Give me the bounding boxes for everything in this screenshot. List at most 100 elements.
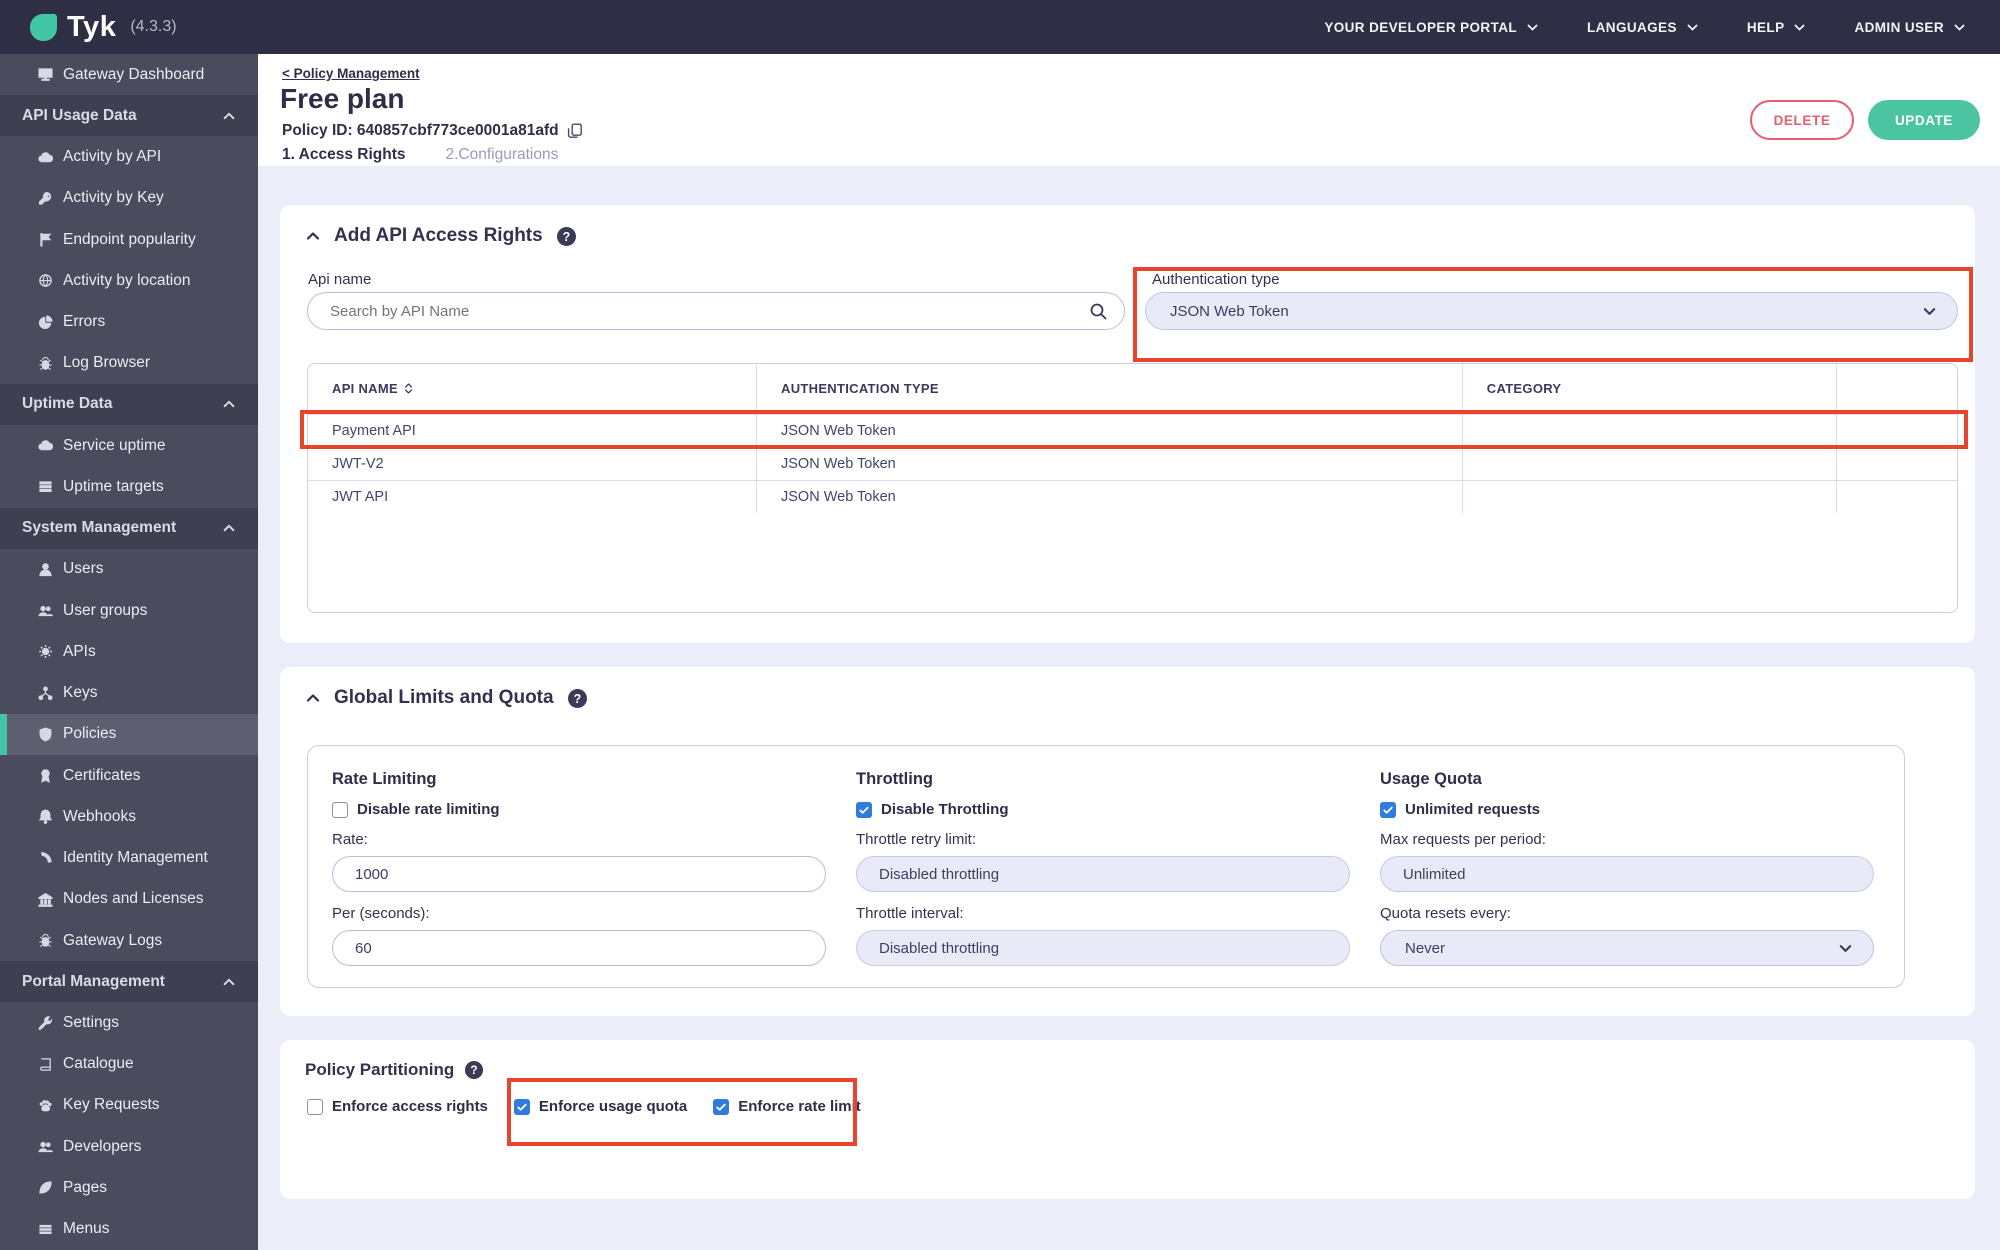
cell-actions (1836, 413, 1957, 447)
sidebar-section-system-management[interactable]: System Management (0, 507, 258, 549)
update-button[interactable]: UPDATE (1868, 100, 1980, 140)
sidebar-item-keys[interactable]: Keys (0, 673, 258, 714)
sidebar-item-pages[interactable]: Pages (0, 1167, 258, 1208)
access-rights-card-header: Add API Access Rights (305, 225, 577, 247)
collapse-chevron-icon[interactable] (305, 690, 321, 706)
sidebar-item-menus[interactable]: Menus (0, 1209, 258, 1250)
topbar-menu-admin-user[interactable]: ADMIN USER (1854, 20, 1966, 35)
checkbox-box[interactable] (713, 1098, 730, 1115)
sidebar-item-gateway-dashboard[interactable]: Gateway Dashboard (0, 54, 258, 95)
enforce-access-rights-checkbox[interactable]: Enforce access rights (307, 1098, 488, 1115)
checkbox-box[interactable] (332, 801, 348, 818)
tyk-dashboard-page: Tyk (4.3.3) YOUR DEVELOPER PORTAL LANGUA… (0, 0, 2000, 1250)
chevron-up-icon (222, 397, 236, 411)
chevron-down-icon (1953, 21, 1966, 34)
sidebar-item-endpoint-popularity[interactable]: Endpoint popularity (0, 219, 258, 260)
api-name-label: Api name (308, 271, 372, 288)
sidebar-item-label: Developers (63, 1137, 142, 1155)
bell-icon (38, 809, 53, 824)
sidebar-item-errors[interactable]: Errors (0, 301, 258, 342)
sidebar-item-users[interactable]: Users (0, 549, 258, 590)
book-icon (38, 1057, 53, 1072)
chevron-down-icon (1838, 941, 1853, 956)
sidebar-item-settings[interactable]: Settings (0, 1002, 258, 1043)
throttle-interval-input (856, 930, 1350, 966)
sidebar-item-label: Activity by API (63, 148, 162, 166)
checkbox-box[interactable] (513, 1098, 530, 1115)
sidebar-item-apis[interactable]: APIs (0, 631, 258, 672)
checkbox-box[interactable] (307, 1098, 323, 1115)
global-limits-card: Global Limits and Quota Rate Limiting Di… (280, 667, 1975, 1016)
hook-icon (38, 851, 53, 866)
topbar: Tyk (4.3.3) YOUR DEVELOPER PORTAL LANGUA… (0, 0, 2000, 54)
checkbox-label: Enforce access rights (332, 1098, 488, 1115)
sidebar-item-activity-by-location[interactable]: Activity by location (0, 260, 258, 301)
per-seconds-input[interactable] (332, 930, 826, 966)
sidebar-item-catalogue[interactable]: Catalogue (0, 1044, 258, 1085)
sidebar-item-user-groups[interactable]: User groups (0, 590, 258, 631)
sidebar-item-webhooks[interactable]: Webhooks (0, 796, 258, 837)
sort-icon[interactable] (402, 382, 415, 395)
checkbox-box[interactable] (1380, 801, 1396, 818)
sidebar-item-label: Log Browser (63, 354, 151, 372)
sidebar-item-key-requests[interactable]: Key Requests (0, 1085, 258, 1126)
sidebar-section-label: API Usage Data (22, 106, 137, 124)
sidebar-item-policies[interactable]: Policies (0, 713, 258, 756)
breadcrumb[interactable]: < Policy Management (282, 66, 420, 81)
help-icon[interactable] (556, 226, 577, 247)
sidebar-item-nodes-and-licenses[interactable]: Nodes and Licenses (0, 879, 258, 920)
chevron-down-icon (1793, 21, 1806, 34)
help-icon[interactable] (567, 688, 588, 709)
disable-throttling-checkbox[interactable]: Disable Throttling (856, 801, 1350, 818)
rate-limiting-title: Rate Limiting (332, 770, 437, 788)
topbar-menu-your-developer-portal[interactable]: YOUR DEVELOPER PORTAL (1324, 20, 1539, 35)
help-icon[interactable] (464, 1060, 484, 1080)
rate-input[interactable] (332, 856, 826, 892)
checkbox-label: Unlimited requests (1405, 801, 1541, 818)
auth-type-value: JSON Web Token (1170, 302, 1289, 320)
sidebar-item-certificates[interactable]: Certificates (0, 755, 258, 796)
page-header: < Policy Management Free plan Policy ID:… (258, 54, 2000, 175)
chevron-up-icon (222, 521, 236, 535)
api-search-input[interactable] (307, 292, 1125, 330)
sidebar-item-service-uptime[interactable]: Service uptime (0, 425, 258, 466)
enforce-usage-quota-checkbox[interactable]: Enforce usage quota (513, 1098, 687, 1115)
auth-type-dropdown[interactable]: JSON Web Token (1145, 292, 1958, 330)
sidebar-item-log-browser[interactable]: Log Browser (0, 343, 258, 384)
usage-quota-column: Usage Quota Unlimited requests Max reque… (1380, 770, 1874, 966)
sidebar-section-label: Portal Management (22, 972, 165, 990)
tyk-leaf-icon (30, 13, 57, 41)
sidebar-section-api-usage-data[interactable]: API Usage Data (0, 95, 258, 137)
sidebar-item-activity-by-api[interactable]: Activity by API (0, 136, 258, 177)
disable-rate-limiting-checkbox[interactable]: Disable rate limiting (332, 801, 826, 818)
unlimited-requests-checkbox[interactable]: Unlimited requests (1380, 801, 1874, 818)
tyk-logo[interactable]: Tyk (4.3.3) (30, 11, 177, 44)
sidebar-item-uptime-targets[interactable]: Uptime targets (0, 466, 258, 507)
sidebar-item-identity-management[interactable]: Identity Management (0, 837, 258, 878)
policy-id: Policy ID: 640857cbf773ce0001a81afd (282, 122, 559, 139)
sidebar-section-portal-management[interactable]: Portal Management (0, 961, 258, 1003)
column-header-api-name[interactable]: API NAME (308, 364, 758, 414)
badge-icon (38, 768, 53, 783)
sidebar-item-activity-by-key[interactable]: Activity by Key (0, 178, 258, 219)
sidebar-item-gateway-logs[interactable]: Gateway Logs (0, 920, 258, 961)
table-row-jwt-v2[interactable]: JWT-V2 JSON Web Token (308, 446, 1957, 480)
add-api-access-rights-card: Add API Access Rights Api name Authentic… (280, 205, 1975, 643)
quota-resets-dropdown[interactable]: Never (1380, 930, 1874, 966)
column-label: CATEGORY (1486, 381, 1562, 397)
delete-button[interactable]: DELETE (1750, 100, 1854, 140)
checkbox-box[interactable] (856, 801, 872, 818)
chevron-down-icon (1526, 21, 1539, 34)
copy-icon[interactable] (567, 123, 583, 139)
enforce-rate-limit-checkbox[interactable]: Enforce rate limit (713, 1098, 861, 1115)
topbar-menu-help[interactable]: HELP (1747, 20, 1807, 35)
sidebar-section-uptime-data[interactable]: Uptime Data (0, 383, 258, 426)
sidebar-item-label: Catalogue (63, 1055, 134, 1073)
sidebar-item-label: Users (63, 560, 104, 578)
sidebar-item-developers[interactable]: Developers (0, 1126, 258, 1167)
share-icon (38, 686, 53, 701)
table-row-payment-api[interactable]: Payment API JSON Web Token (308, 413, 1957, 447)
table-row-jwt-api[interactable]: JWT API JSON Web Token (308, 479, 1957, 513)
topbar-menu-languages[interactable]: LANGUAGES (1587, 20, 1699, 35)
collapse-chevron-icon[interactable] (305, 228, 321, 244)
